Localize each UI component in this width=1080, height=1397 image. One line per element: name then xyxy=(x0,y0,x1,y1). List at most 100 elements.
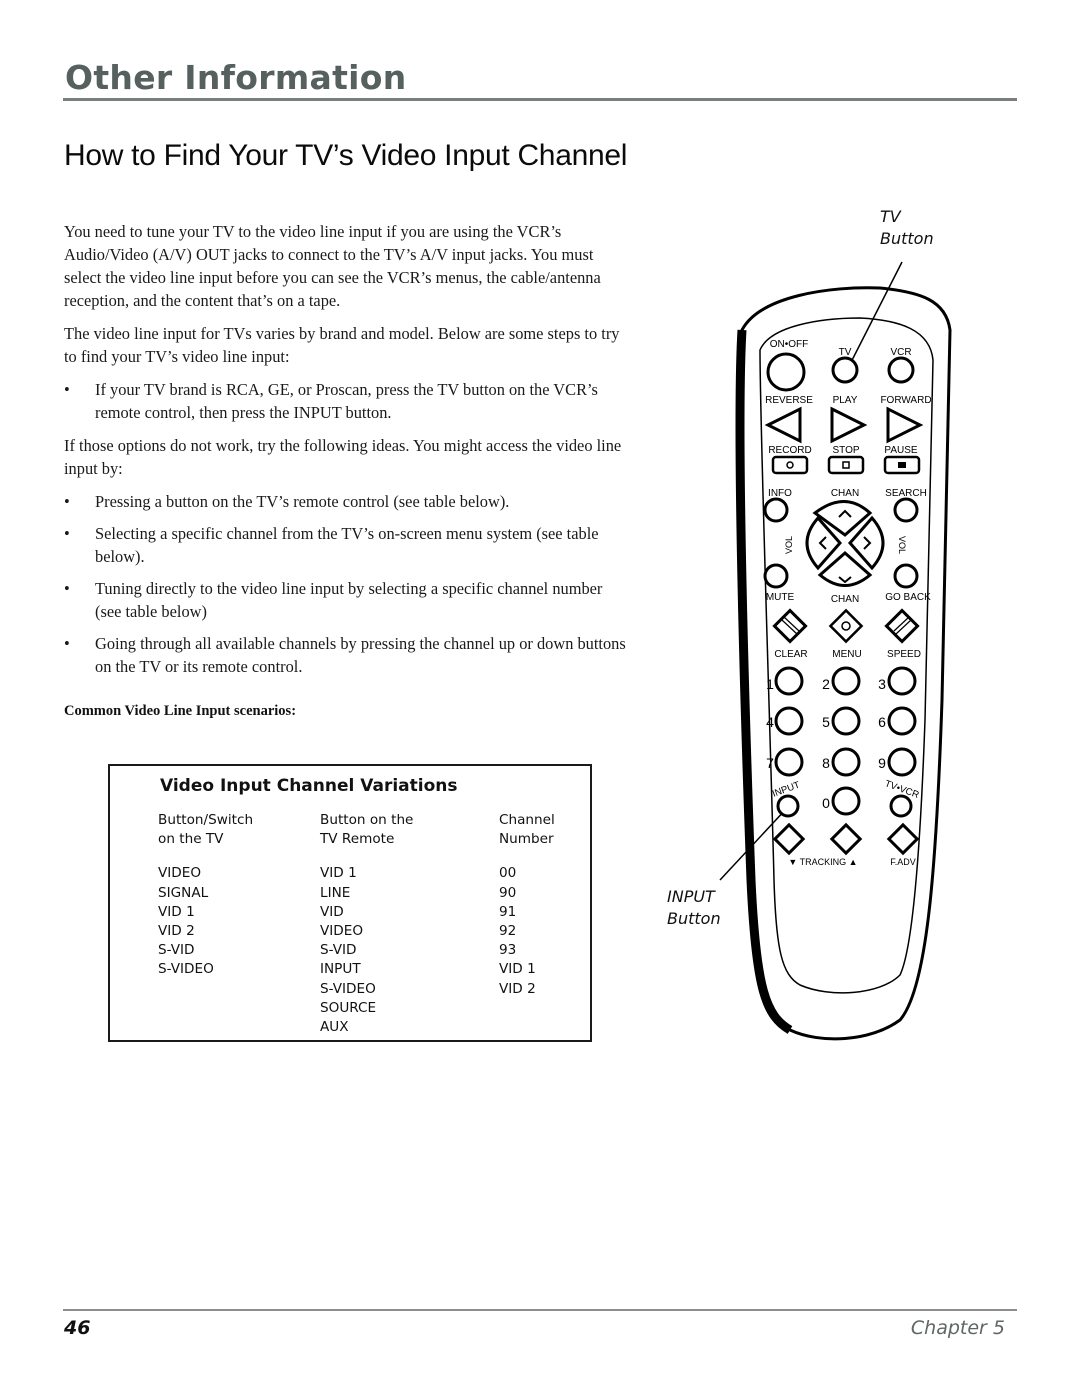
page-number: 46 xyxy=(64,1317,91,1339)
digit-2-button[interactable] xyxy=(831,666,861,696)
table-cell: 93 xyxy=(499,942,517,959)
digit-8-button[interactable] xyxy=(831,747,861,777)
digit-label: 7 xyxy=(766,755,774,771)
header-divider xyxy=(63,98,1017,101)
digit-9-button[interactable] xyxy=(887,747,917,777)
mute-label: MUTE xyxy=(766,592,795,603)
clear-label: CLEAR xyxy=(774,649,807,660)
vcr-button[interactable] xyxy=(887,356,915,384)
bullet-list-ideas: • Pressing a button on the TV’s remote co… xyxy=(64,490,629,678)
digit-4-button[interactable] xyxy=(774,706,804,736)
f-adv-label: F.ADV xyxy=(890,857,916,867)
search-button[interactable] xyxy=(893,497,919,523)
table-cell: VID 2 xyxy=(158,923,195,940)
info-label: INFO xyxy=(768,488,792,499)
table-cell: VID 1 xyxy=(320,865,357,882)
digit-label: 3 xyxy=(878,676,886,692)
forward-label: FORWARD xyxy=(880,395,931,406)
table-cell: LINE xyxy=(320,884,351,901)
digit-3-button[interactable] xyxy=(887,666,917,696)
table-cell: S-VID xyxy=(158,942,195,959)
reverse-label: REVERSE xyxy=(765,395,813,406)
table-subheading: Common Video Line Input scenarios: xyxy=(64,703,297,719)
record-button[interactable] xyxy=(771,455,809,475)
input-button[interactable] xyxy=(776,794,800,818)
tv-vcr-button[interactable] xyxy=(889,794,913,818)
bullet-icon: • xyxy=(64,492,70,511)
on-off-label: ON•OFF xyxy=(770,339,809,350)
bullet-icon: • xyxy=(64,634,70,653)
table-cell: VID 1 xyxy=(158,903,195,920)
tv-label: TV xyxy=(839,347,852,358)
body-text: You need to tune your TV to the video li… xyxy=(64,220,629,688)
digit-7-button[interactable] xyxy=(774,747,804,777)
vol-left-label: VOL xyxy=(784,536,794,554)
digit-label: 2 xyxy=(822,676,830,692)
table-column-remote-button: Button on the TV Remote VID 1 LINE VID VIDE… xyxy=(320,811,413,1037)
table-column-tv-switch: Button/Switch on the TV VIDEO SIGNAL VID 1… xyxy=(158,811,253,980)
mute-button[interactable] xyxy=(763,563,789,589)
vol-right-label: VOL xyxy=(897,536,907,554)
list-item: • If your TV brand is RCA, GE, or Proscan… xyxy=(64,380,598,422)
table-cell: VID 2 xyxy=(499,980,536,997)
bullet-icon: • xyxy=(64,524,70,543)
tracking-label: ▼ TRACKING ▲ xyxy=(788,857,857,867)
varies-paragraph: The video line input for TVs varies by b… xyxy=(64,324,620,366)
table-cell: S-VID xyxy=(320,942,357,959)
list-item: • Pressing a button on the TV’s remote co… xyxy=(64,492,510,511)
list-item: • Selecting a specific channel from the T… xyxy=(64,524,599,566)
digit-label: 6 xyxy=(878,714,886,730)
table-cell: VID 1 xyxy=(499,961,536,978)
table-cell: VIDEO xyxy=(320,923,364,940)
table-cell: VIDEO xyxy=(158,865,202,882)
list-item: • Going through all available channels by… xyxy=(64,634,626,676)
list-item: • Tuning directly to the video line input… xyxy=(64,579,603,621)
bullet-list-rca: • If your TV brand is RCA, GE, or Proscan… xyxy=(64,378,629,424)
table-cell: S-VIDEO xyxy=(320,980,376,997)
column-header: Button/Switch on the TV xyxy=(158,812,254,848)
search-label: SEARCH xyxy=(885,488,927,499)
vcr-label: VCR xyxy=(890,347,911,358)
chapter-label: Chapter 5 xyxy=(910,1317,1005,1339)
remote-control-illustration: ON•OFF TV VCR REVERSE PLAY FORWARD RECOR… xyxy=(719,261,952,1041)
bullet-icon: • xyxy=(64,380,70,399)
bullet-icon: • xyxy=(64,579,70,598)
digit-label: 4 xyxy=(766,714,774,730)
table-cell: VID xyxy=(320,903,344,920)
section-header: Other Information xyxy=(65,58,407,97)
power-button[interactable] xyxy=(766,352,806,392)
digit-5-button[interactable] xyxy=(831,706,861,736)
menu-label: MENU xyxy=(832,649,861,660)
stop-label: STOP xyxy=(832,445,859,456)
go-back-button[interactable] xyxy=(893,563,919,589)
digit-label: 5 xyxy=(822,714,830,730)
record-label: RECORD xyxy=(768,445,811,456)
speed-label: SPEED xyxy=(887,649,921,660)
table-cell: 92 xyxy=(499,923,517,940)
digit-label: 0 xyxy=(822,795,830,811)
chan-up-label: CHAN xyxy=(831,488,859,499)
digit-0-button[interactable] xyxy=(831,786,861,816)
fallback-paragraph: If those options do not work, try the fo… xyxy=(64,436,622,478)
info-button[interactable] xyxy=(763,497,789,523)
tv-button[interactable] xyxy=(831,356,859,384)
chan-down-label: CHAN xyxy=(831,594,859,605)
column-header: Button on the TV Remote xyxy=(320,812,414,848)
footer-divider xyxy=(63,1309,1017,1311)
digit-6-button[interactable] xyxy=(887,706,917,736)
table-column-channel-number: Channel Number 00 90 91 92 93 VID 1 VID 2 xyxy=(499,811,555,999)
stop-button[interactable] xyxy=(827,455,865,475)
go-back-label: GO BACK xyxy=(885,592,931,603)
page-title: How to Find Your TV’s Video Input Channe… xyxy=(64,139,628,172)
intro-paragraph: You need to tune your TV to the video li… xyxy=(64,222,601,310)
table-cell: 91 xyxy=(499,903,517,920)
digit-1-button[interactable] xyxy=(774,666,804,696)
column-header: Channel Number xyxy=(499,812,555,848)
table-cell: AUX xyxy=(320,1019,349,1036)
table-cell: INPUT xyxy=(320,961,361,978)
table-cell: 90 xyxy=(499,884,517,901)
table-cell: S-VIDEO xyxy=(158,961,214,978)
table-title: Video Input Channel Variations xyxy=(160,776,458,796)
play-label: PLAY xyxy=(833,395,858,406)
digit-label: 8 xyxy=(822,755,830,771)
